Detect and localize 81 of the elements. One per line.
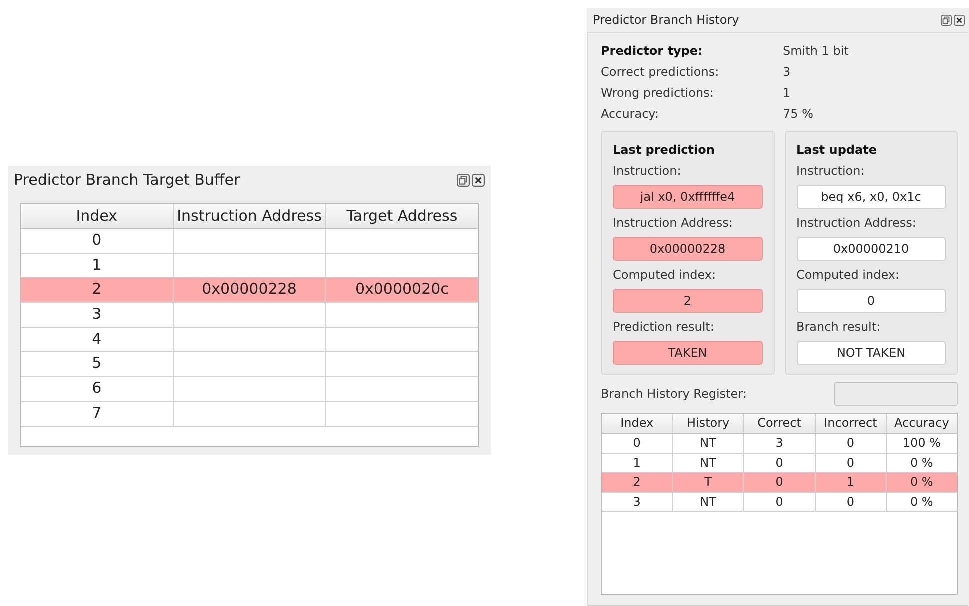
- column-header[interactable]: Accuracy: [886, 414, 958, 433]
- restore-icon[interactable]: [457, 174, 470, 186]
- table-cell: 5: [92, 354, 102, 372]
- table-cell: 0: [92, 231, 102, 249]
- column-header[interactable]: Correct: [744, 414, 816, 433]
- table-cell: 0x00000228: [202, 280, 297, 298]
- table-cell: 1: [92, 256, 102, 274]
- value-field: 0x00000228: [613, 237, 762, 261]
- table-cell: 2: [92, 280, 102, 298]
- table-cell: 1: [633, 456, 641, 470]
- field-label: Computed index:: [613, 267, 718, 284]
- table-row[interactable]: 7: [21, 402, 478, 426]
- table-cell: 0x0000020c: [355, 280, 449, 298]
- close-icon[interactable]: [954, 14, 965, 26]
- table-cell: 3: [633, 494, 641, 508]
- value-field: 0x00000210: [796, 237, 946, 261]
- column-header[interactable]: Incorrect: [816, 414, 887, 433]
- table-row[interactable]: 3 NT 0 0 0 %: [602, 492, 957, 512]
- table-cell: 2: [633, 475, 641, 489]
- field-label: Computed index:: [796, 267, 901, 284]
- column-header[interactable]: Target Address: [326, 204, 478, 228]
- value-field: 2: [613, 289, 762, 313]
- column-header[interactable]: History: [673, 414, 744, 433]
- table-cell: 0: [846, 494, 855, 508]
- group-title: Last prediction: [613, 142, 716, 159]
- table-cell: 7: [92, 404, 102, 422]
- field-label: Accuracy:: [601, 106, 660, 123]
- close-icon[interactable]: [472, 174, 485, 186]
- value-field: jal x0, 0xffffffe4: [613, 185, 762, 209]
- field-label: Instruction:: [613, 163, 682, 180]
- table-cell: 1: [846, 475, 855, 489]
- field-label: Predictor type:: [601, 43, 704, 60]
- table-cell: NT: [700, 436, 716, 450]
- field-label: Wrong predictions:: [601, 85, 715, 102]
- table-cell: 0: [776, 494, 784, 508]
- table-cell: 6: [92, 379, 102, 398]
- window-title: Predictor Branch Target Buffer: [14, 171, 240, 189]
- table-row[interactable]: 3: [21, 303, 478, 328]
- table-cell: T: [704, 475, 712, 489]
- restore-icon[interactable]: [941, 14, 952, 26]
- table-row[interactable]: 0 NT 3 0 100 %: [602, 434, 957, 454]
- value-field: NOT TAKEN: [796, 341, 946, 365]
- table-cell: 4: [92, 330, 102, 348]
- table-cell: 0 %: [910, 475, 934, 489]
- table-cell: NT: [700, 456, 716, 470]
- value-field: beq x6, x0, 0x1c: [796, 185, 946, 209]
- table-row[interactable]: 4: [21, 328, 478, 352]
- field-value: 3: [783, 64, 792, 81]
- table-cell: 3: [92, 305, 102, 324]
- table-cell: NT: [700, 494, 716, 508]
- field-value: 75 %: [783, 106, 814, 123]
- table-cell: 0 %: [910, 494, 934, 508]
- value-field: 0: [796, 289, 946, 313]
- field-label: Instruction Address:: [613, 215, 734, 232]
- value-field: TAKEN: [613, 341, 762, 365]
- table-row[interactable]: 2 T 0 1 0 %: [602, 473, 957, 492]
- table-cell: 0 %: [910, 456, 934, 470]
- column-header[interactable]: Index: [21, 204, 174, 228]
- column-header[interactable]: Index: [602, 414, 674, 433]
- field-label: Instruction:: [796, 163, 866, 180]
- field-value: Smith 1 bit: [783, 43, 850, 60]
- field-label: Branch History Register:: [601, 387, 747, 401]
- field-label: Instruction Address:: [796, 215, 918, 232]
- field-value: 1: [783, 85, 792, 102]
- window-title: Predictor Branch History: [593, 13, 740, 27]
- table-cell: 0: [846, 456, 855, 470]
- table-row[interactable]: 2 0x00000228 0x0000020c: [21, 278, 478, 304]
- field-label: Correct predictions:: [601, 64, 720, 81]
- table-cell: 3: [776, 436, 784, 450]
- field-label: Branch result:: [796, 319, 882, 336]
- table-cell: 0: [846, 436, 855, 450]
- table-cell: 100 %: [902, 436, 941, 450]
- table-cell: 0: [776, 456, 784, 470]
- table-row[interactable]: 5: [21, 352, 478, 378]
- group-title: Last update: [796, 142, 878, 159]
- table-row[interactable]: 0: [21, 229, 478, 254]
- table-cell: 0: [776, 475, 784, 489]
- table-cell: 0: [633, 436, 641, 450]
- field-label: Prediction result:: [613, 319, 716, 336]
- table-row[interactable]: 6: [21, 377, 478, 402]
- column-header[interactable]: Instruction Address: [174, 204, 326, 228]
